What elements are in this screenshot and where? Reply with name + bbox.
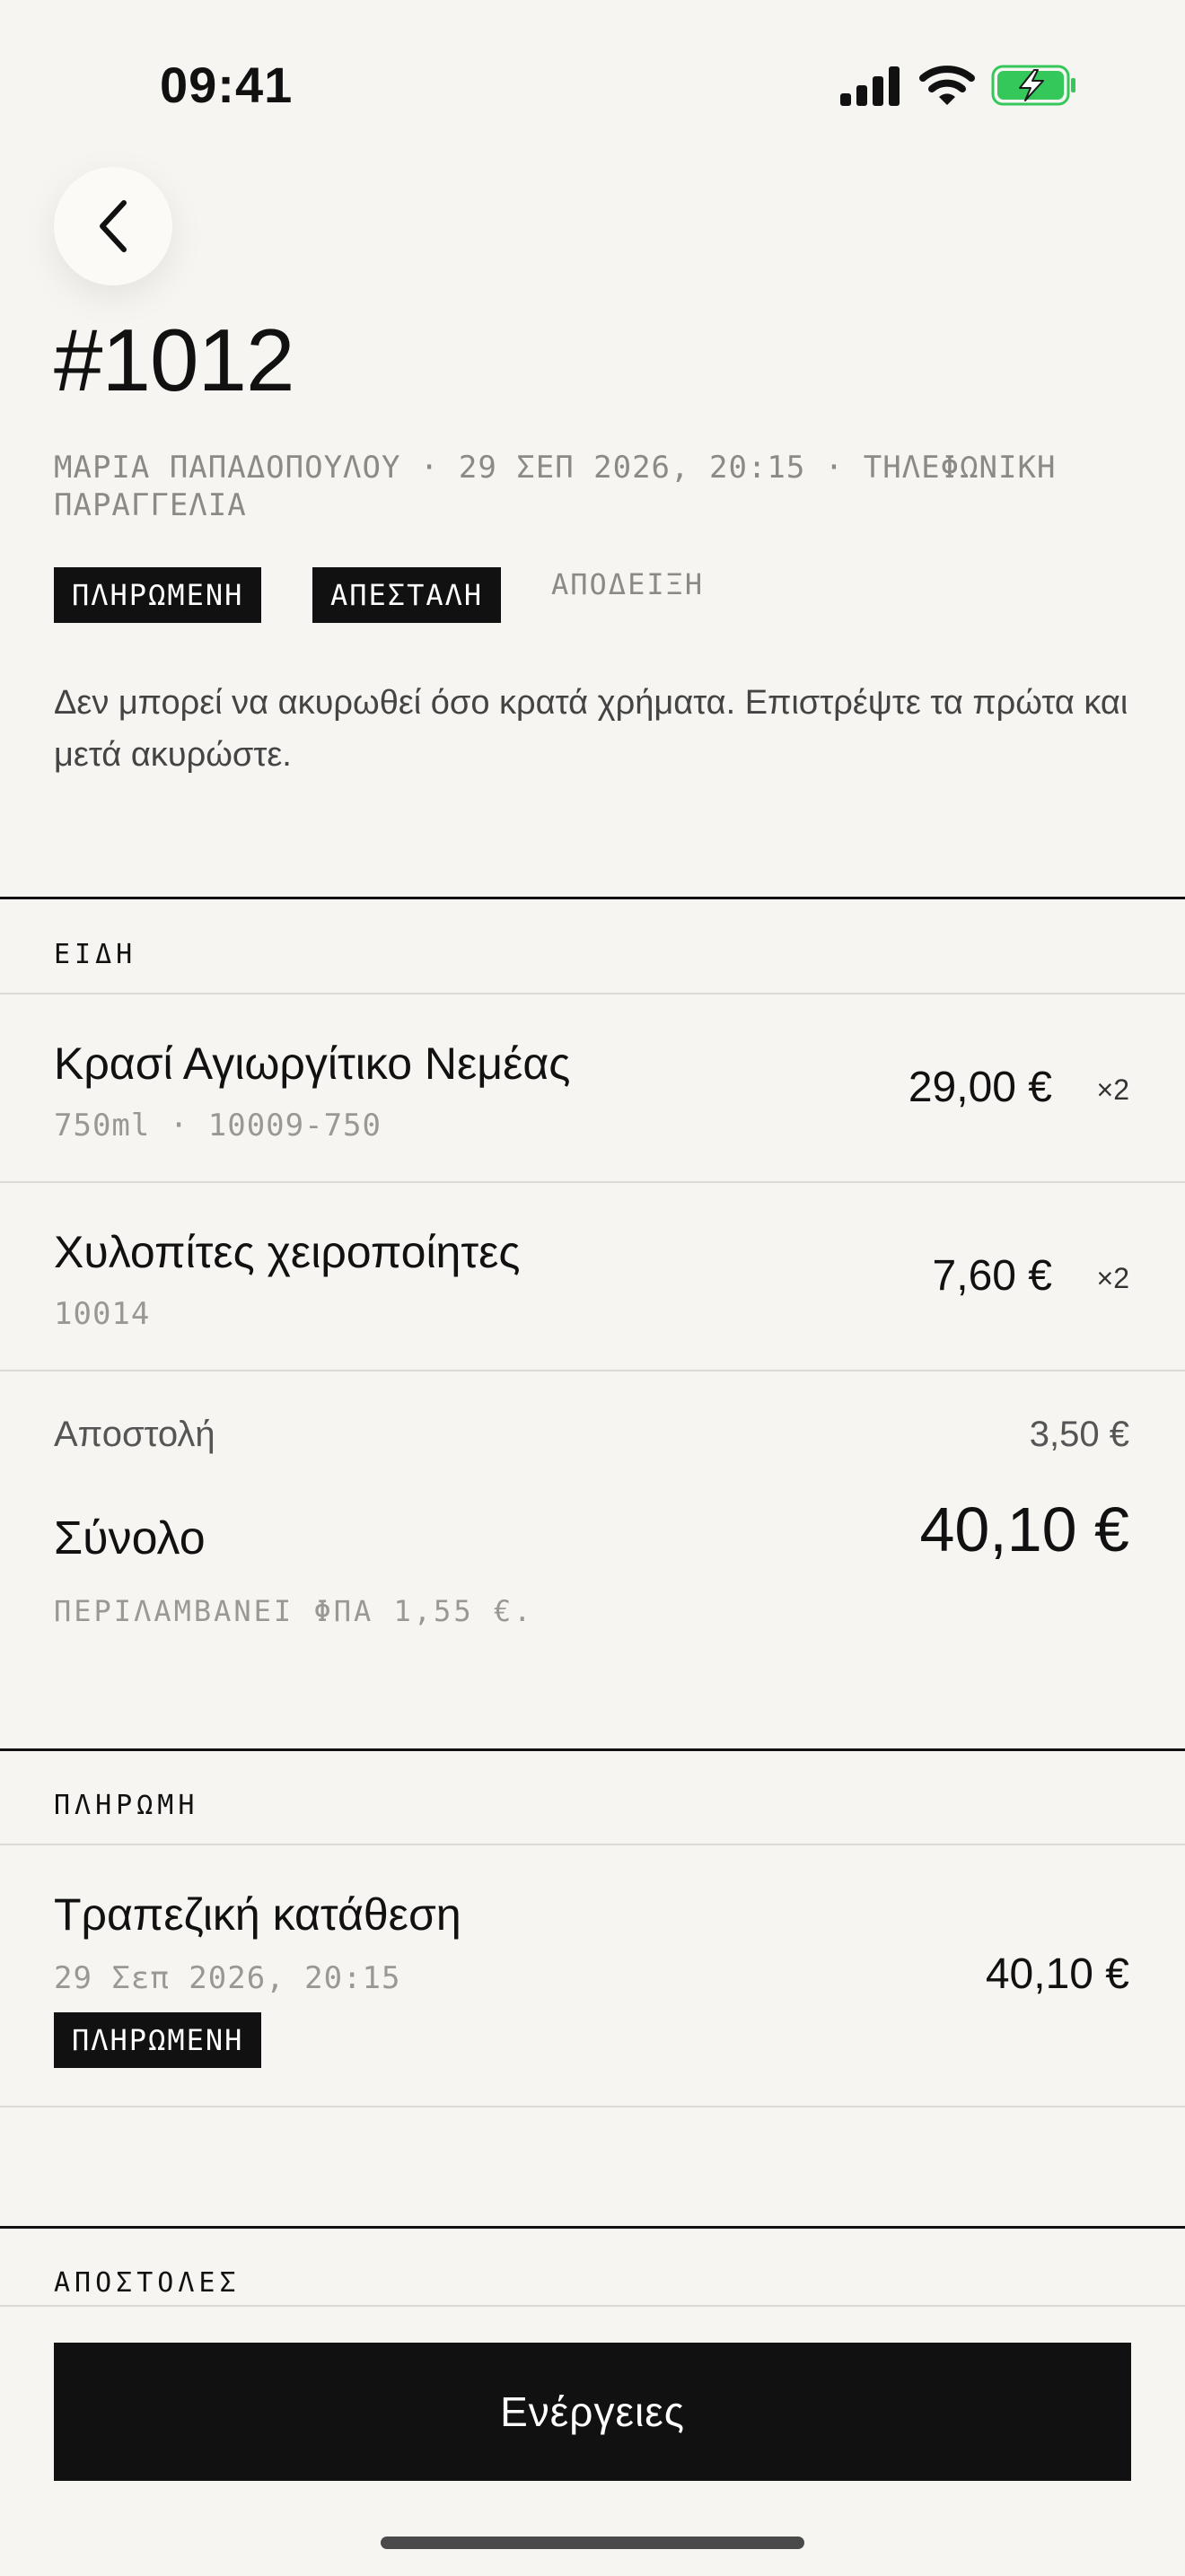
status-badge-shipped: ΑΠΕΣΤΑΛΗ [312,567,502,623]
total-value: 40,10 € [919,1494,1129,1564]
payment-date: 29 Σεπ 2026, 20:15 [54,1960,401,1996]
order-meta: ΜΑΡΙΑ ΠΑΠΑΔΟΠΟΥΛΟΥ · 29 ΣΕΠ 2026, 20:15 … [54,450,1057,523]
actions-button[interactable]: Ενέργειες [54,2343,1131,2481]
back-button[interactable] [54,167,172,285]
section-divider [0,2226,1185,2229]
items-section-heading: ΕΙΔΗ [54,939,137,970]
divider [0,993,1185,994]
cellular-signal-icon [840,66,900,106]
item-sku: 750ml · 10009-750 [54,1108,382,1143]
item-quantity: ×2 [1096,1262,1129,1294]
item-name: Χυλοπίτες χειροποίητες [54,1227,521,1277]
item-name: Κρασί Αγιωργίτικο Νεμέας [54,1038,571,1089]
chevron-left-icon [100,200,127,252]
divider [0,1844,1185,1845]
home-indicator [381,2537,804,2549]
item-sku: 10014 [54,1296,151,1332]
battery-charging-icon [991,65,1075,106]
item-price: 29,00 € [908,1064,1052,1111]
total-label: Σύνολο [54,1512,206,1564]
section-divider [0,897,1185,899]
section-divider [0,1748,1185,1751]
status-time: 09:41 [160,57,294,113]
item-quantity: ×2 [1096,1073,1129,1106]
status-badge-paid: ΠΛΗΡΩΜΕΝΗ [54,567,262,623]
divider [0,2106,1185,2107]
vat-note: ΠΕΡΙΛΑΜΒΑΝΕΙ ΦΠΑ 1,55 €. [54,1594,534,1628]
receipt-link[interactable]: ΑΠΟΔΕΙΞΗ [551,567,704,601]
shipping-value: 3,50 € [1029,1415,1129,1454]
wifi-icon [919,66,975,105]
shipping-label: Αποστολή [54,1415,215,1454]
payment-section-heading: ΠΛΗΡΩΜΗ [54,1790,199,1821]
divider [0,1370,1185,1371]
divider [0,1181,1185,1183]
order-title: #1012 [54,311,295,409]
status-bar: 09:41 [0,0,1185,171]
item-price: 7,60 € [932,1252,1052,1300]
shipments-section-heading: ΑΠΟΣΤΟΛΕΣ [54,2267,241,2299]
payment-method: Τραπεζική κατάθεση [54,1889,461,1940]
status-badge-payment: ΠΛΗΡΩΜΕΝΗ [54,2012,262,2068]
payment-amount: 40,10 € [985,1950,1129,1998]
cancel-notice: Δεν μπορεί να ακυρωθεί όσο κρατά χρήματα… [54,684,1128,774]
